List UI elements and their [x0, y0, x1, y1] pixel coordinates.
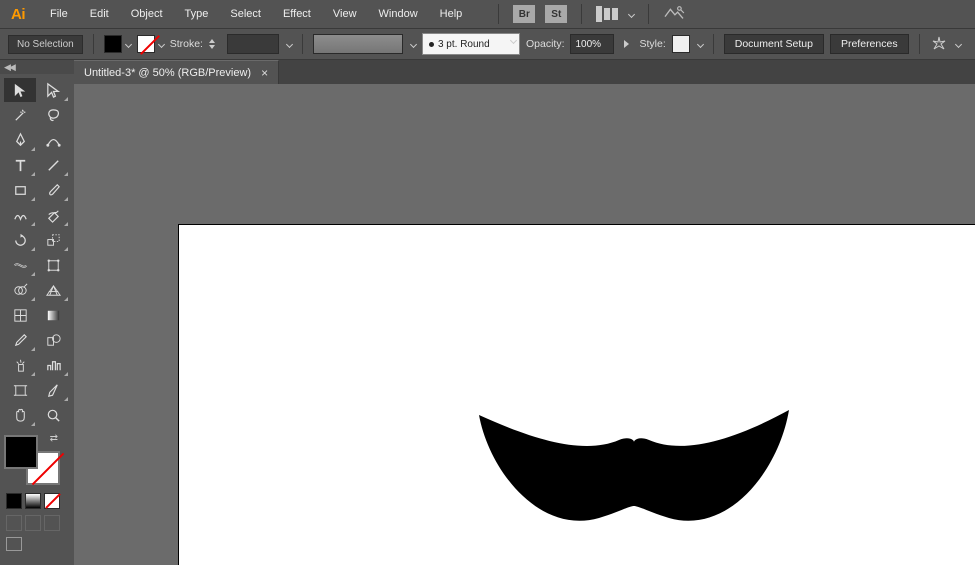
- stock-button[interactable]: St: [545, 5, 567, 23]
- artboard-tool[interactable]: [4, 378, 36, 402]
- fill-stroke-panel[interactable]: ⇄: [4, 435, 60, 485]
- chevron-down-icon[interactable]: [410, 40, 417, 47]
- chevron-down-icon: [158, 40, 165, 47]
- draw-inside[interactable]: [44, 515, 60, 531]
- direct-selection-tool[interactable]: [37, 78, 69, 102]
- document-area: Untitled-3* @ 50% (RGB/Preview) ×: [74, 60, 975, 565]
- menu-help[interactable]: Help: [430, 4, 473, 24]
- paintbrush-tool[interactable]: [37, 178, 69, 202]
- menu-object[interactable]: Object: [121, 4, 173, 24]
- slice-tool[interactable]: [37, 378, 69, 402]
- stroke-label: Stroke:: [170, 38, 203, 50]
- rectangle-tool[interactable]: [4, 178, 36, 202]
- draw-mode-row: [0, 513, 74, 533]
- chevron-down-icon[interactable]: [286, 40, 293, 47]
- line-segment-tool[interactable]: [37, 153, 69, 177]
- symbol-sprayer-tool[interactable]: [4, 353, 36, 377]
- color-mode-gradient[interactable]: [25, 493, 41, 509]
- lasso-tool[interactable]: [37, 103, 69, 127]
- dot-icon: [429, 42, 434, 47]
- width-tool[interactable]: [4, 253, 36, 277]
- brush-definition-text: 3 pt. Round: [438, 39, 490, 50]
- column-graph-tool[interactable]: [37, 353, 69, 377]
- free-transform-tool[interactable]: [37, 253, 69, 277]
- chevron-down-icon: [510, 37, 517, 44]
- document-tab[interactable]: Untitled-3* @ 50% (RGB/Preview) ×: [74, 60, 279, 84]
- hand-tool[interactable]: [4, 403, 36, 427]
- zoom-tool[interactable]: [37, 403, 69, 427]
- bridge-button[interactable]: Br: [513, 5, 535, 23]
- perspective-grid-tool[interactable]: [37, 278, 69, 302]
- shaper-tool[interactable]: [4, 203, 36, 227]
- fill-swatch[interactable]: [104, 35, 122, 53]
- chevron-down-icon[interactable]: [697, 40, 704, 47]
- blend-tool[interactable]: [37, 328, 69, 352]
- draw-normal[interactable]: [6, 515, 22, 531]
- pen-tool[interactable]: [4, 128, 36, 152]
- rotate-tool[interactable]: [4, 228, 36, 252]
- color-mode-row: [0, 489, 74, 513]
- document-tab-row: Untitled-3* @ 50% (RGB/Preview) ×: [74, 60, 975, 84]
- chevron-down-icon: [125, 40, 132, 47]
- menu-file[interactable]: File: [40, 4, 78, 24]
- search-adobe-stock-button[interactable]: [663, 4, 685, 25]
- stroke-swatch[interactable]: [137, 35, 155, 53]
- stroke-swatch-control[interactable]: [137, 35, 164, 53]
- artwork-shape[interactable]: [474, 410, 794, 543]
- menu-edit[interactable]: Edit: [80, 4, 119, 24]
- menu-type[interactable]: Type: [175, 4, 219, 24]
- arrow-right-icon[interactable]: [624, 40, 629, 48]
- control-bar: No Selection Stroke: 3 pt. Round Opacity…: [0, 28, 975, 60]
- swap-fill-stroke-icon[interactable]: ⇄: [50, 433, 58, 444]
- eyedropper-tool[interactable]: [4, 328, 36, 352]
- canvas[interactable]: [74, 84, 975, 565]
- screen-mode-button[interactable]: [6, 537, 22, 551]
- document-setup-button[interactable]: Document Setup: [724, 34, 824, 54]
- variable-width-profile[interactable]: [313, 34, 403, 54]
- magic-wand-tool[interactable]: [4, 103, 36, 127]
- style-label: Style:: [639, 38, 665, 50]
- workspace-switcher[interactable]: [596, 6, 634, 22]
- selection-status: No Selection: [8, 35, 83, 54]
- opacity-label: Opacity:: [526, 38, 565, 50]
- chevron-down-icon: [628, 10, 635, 17]
- close-tab-button[interactable]: ×: [261, 66, 268, 80]
- app-logo-icon: Ai: [6, 2, 30, 26]
- brush-definition-field[interactable]: 3 pt. Round: [422, 33, 520, 55]
- align-to-button[interactable]: [930, 35, 948, 53]
- screen-mode-row: [0, 533, 74, 555]
- scale-tool[interactable]: [37, 228, 69, 252]
- eraser-tool[interactable]: [37, 203, 69, 227]
- menu-view[interactable]: View: [323, 4, 367, 24]
- color-mode-solid[interactable]: [6, 493, 22, 509]
- menu-window[interactable]: Window: [369, 4, 428, 24]
- color-mode-none[interactable]: [44, 493, 60, 509]
- menu-right-group: Br St: [494, 4, 685, 25]
- stroke-weight-field[interactable]: [227, 34, 279, 54]
- gradient-tool[interactable]: [37, 303, 69, 327]
- graphic-style-swatch[interactable]: [672, 35, 690, 53]
- menu-effect[interactable]: Effect: [273, 4, 321, 24]
- preferences-button[interactable]: Preferences: [830, 34, 909, 54]
- document-tab-title: Untitled-3* @ 50% (RGB/Preview): [84, 67, 251, 79]
- fill-color-swatch[interactable]: [4, 435, 38, 469]
- curvature-tool[interactable]: [37, 128, 69, 152]
- collapse-panel-button[interactable]: ◀◀: [0, 60, 74, 74]
- selection-tool[interactable]: [4, 78, 36, 102]
- workspace-icon: [596, 6, 624, 22]
- fill-swatch-control[interactable]: [104, 35, 131, 53]
- stroke-weight-stepper[interactable]: [209, 35, 221, 53]
- opacity-field[interactable]: 100%: [570, 34, 614, 54]
- shape-builder-tool[interactable]: [4, 278, 36, 302]
- menu-bar: Ai File Edit Object Type Select Effect V…: [0, 0, 975, 28]
- app-logo-text: Ai: [11, 6, 25, 23]
- type-tool[interactable]: [4, 153, 36, 177]
- mesh-tool[interactable]: [4, 303, 36, 327]
- draw-behind[interactable]: [25, 515, 41, 531]
- chevron-down-icon[interactable]: [955, 40, 962, 47]
- menu-select[interactable]: Select: [220, 4, 271, 24]
- tools-panel: ◀◀: [0, 60, 74, 565]
